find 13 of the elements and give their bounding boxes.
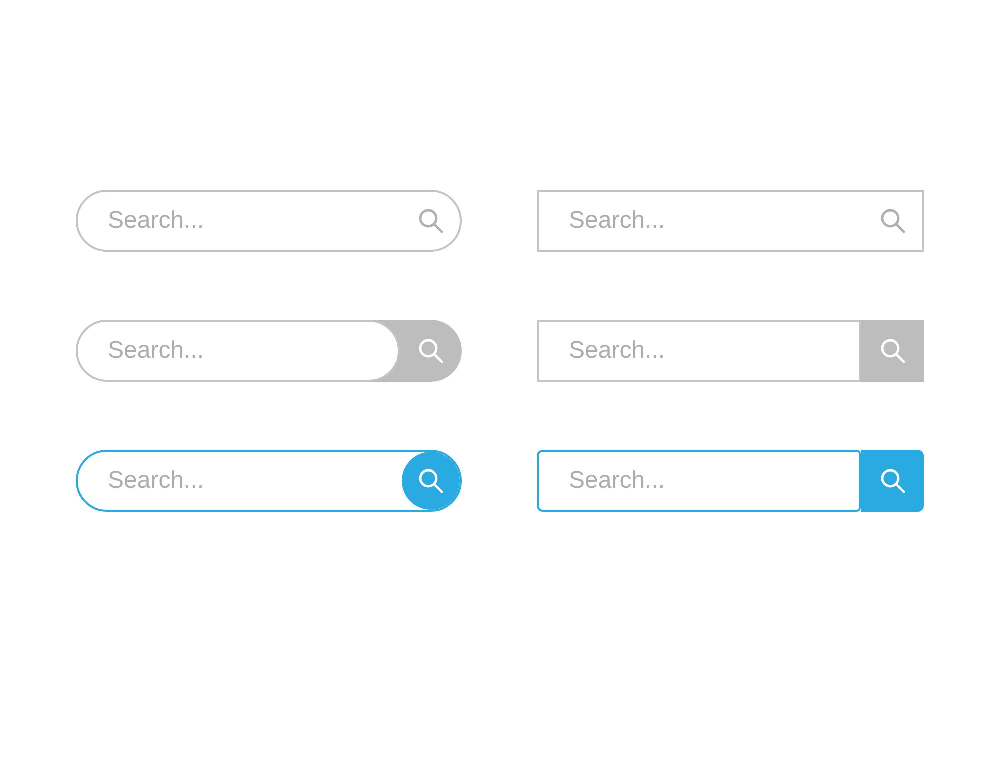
search-icon	[418, 468, 444, 494]
search-icon	[880, 338, 906, 364]
search-button[interactable]	[861, 450, 924, 512]
search-field[interactable]: Search...	[537, 320, 861, 382]
search-icon	[880, 208, 906, 234]
search-icon	[418, 338, 444, 364]
search-field[interactable]: Search...	[76, 190, 462, 252]
search-icon	[418, 208, 444, 234]
search-icon	[880, 468, 906, 494]
search-button[interactable]	[861, 320, 924, 382]
search-field[interactable]: Search...	[537, 190, 924, 252]
search-field[interactable]: Search...	[76, 320, 400, 382]
search-field[interactable]: Search...	[537, 450, 861, 512]
